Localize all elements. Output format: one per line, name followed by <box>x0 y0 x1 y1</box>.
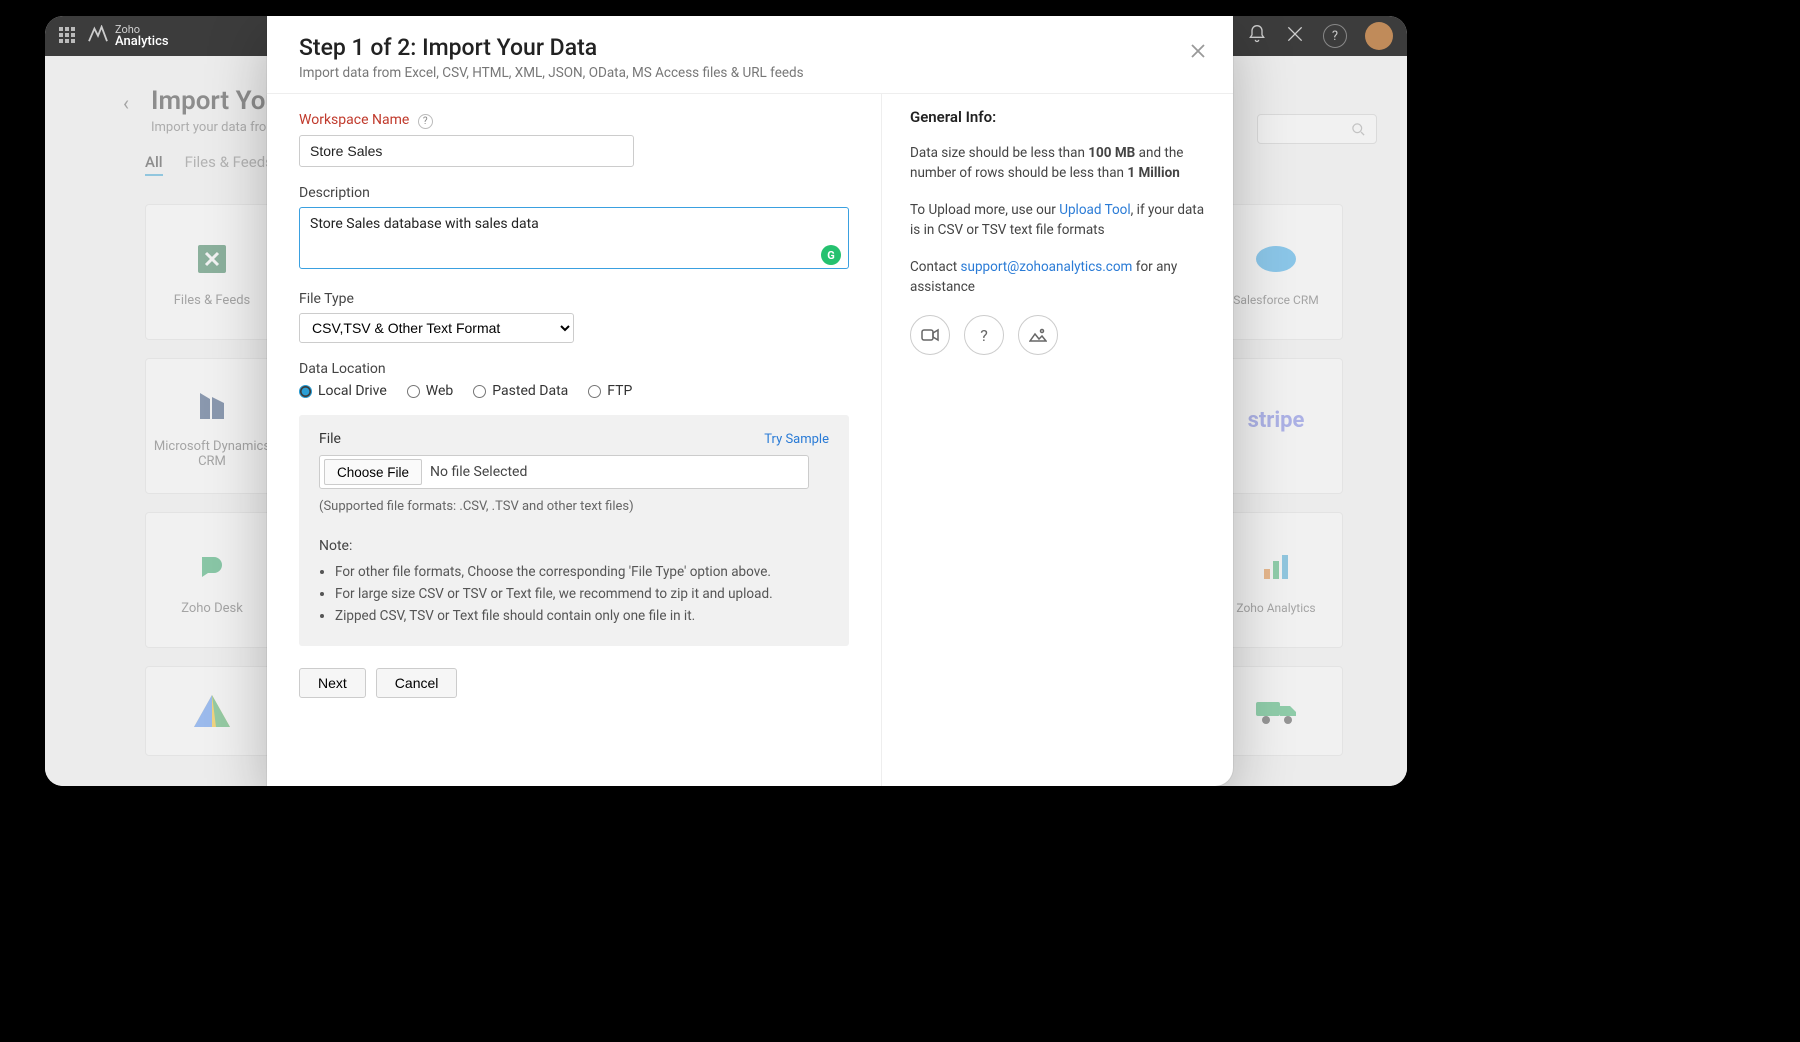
cancel-button[interactable]: Cancel <box>376 668 458 698</box>
workspace-name-input[interactable] <box>299 135 634 167</box>
help-icon[interactable]: ? <box>418 114 433 129</box>
info-contact: Contact support@zohoanalytics.com for an… <box>910 258 1205 297</box>
description-label: Description <box>299 185 849 201</box>
supported-formats: (Supported file formats: .CSV, .TSV and … <box>319 499 829 514</box>
upload-tool-link[interactable]: Upload Tool <box>1059 202 1130 218</box>
note-item: For large size CSV or TSV or Text file, … <box>335 586 829 602</box>
tools-icon[interactable] <box>1285 24 1305 48</box>
file-label: File <box>319 431 341 447</box>
radio-pasted-data[interactable]: Pasted Data <box>473 383 568 399</box>
next-button[interactable]: Next <box>299 668 366 698</box>
info-size: Data size should be less than 100 MB and… <box>910 144 1205 183</box>
data-location-label: Data Location <box>299 361 849 377</box>
video-icon[interactable] <box>910 315 950 355</box>
brand-bottom: Analytics <box>115 35 169 48</box>
radio-ftp[interactable]: FTP <box>588 383 632 399</box>
note-title: Note: <box>319 538 829 554</box>
modal-subtitle: Import data from Excel, CSV, HTML, XML, … <box>299 65 1201 81</box>
image-icon[interactable] <box>1018 315 1058 355</box>
info-heading: General Info: <box>910 108 1205 126</box>
bell-icon[interactable] <box>1247 24 1267 48</box>
radio-web[interactable]: Web <box>407 383 454 399</box>
note-item: Zipped CSV, TSV or Text file should cont… <box>335 608 829 624</box>
note-item: For other file formats, Choose the corre… <box>335 564 829 580</box>
file-type-select[interactable]: CSV,TSV & Other Text Format <box>299 313 574 343</box>
try-sample-link[interactable]: Try Sample <box>764 432 829 447</box>
import-modal: Step 1 of 2: Import Your Data Import dat… <box>267 16 1233 786</box>
support-email-link[interactable]: support@zohoanalytics.com <box>961 259 1133 275</box>
help-icon[interactable]: ? <box>1323 24 1347 48</box>
file-panel: File Try Sample Choose File No file Sele… <box>299 415 849 646</box>
choose-file-button[interactable]: Choose File <box>324 459 422 485</box>
radio-local-drive[interactable]: Local Drive <box>299 383 387 399</box>
file-status: No file Selected <box>426 464 527 480</box>
info-upload-tool: To Upload more, use our Upload Tool, if … <box>910 201 1205 240</box>
user-avatar[interactable] <box>1365 22 1393 50</box>
brand-logo-icon <box>87 25 109 47</box>
brand[interactable]: Zoho Analytics <box>87 24 169 48</box>
modal-title: Step 1 of 2: Import Your Data <box>299 34 1201 61</box>
apps-grid-icon[interactable] <box>59 27 77 45</box>
close-icon[interactable] <box>1185 38 1211 64</box>
note-list: For other file formats, Choose the corre… <box>335 564 829 624</box>
file-input[interactable]: Choose File No file Selected <box>319 455 809 489</box>
workspace-name-label: Workspace Name ? <box>299 112 849 129</box>
grammarly-icon[interactable]: G <box>821 245 841 265</box>
question-icon[interactable]: ? <box>964 315 1004 355</box>
file-type-label: File Type <box>299 291 849 307</box>
description-textarea[interactable]: Store Sales database with sales data <box>299 207 849 269</box>
